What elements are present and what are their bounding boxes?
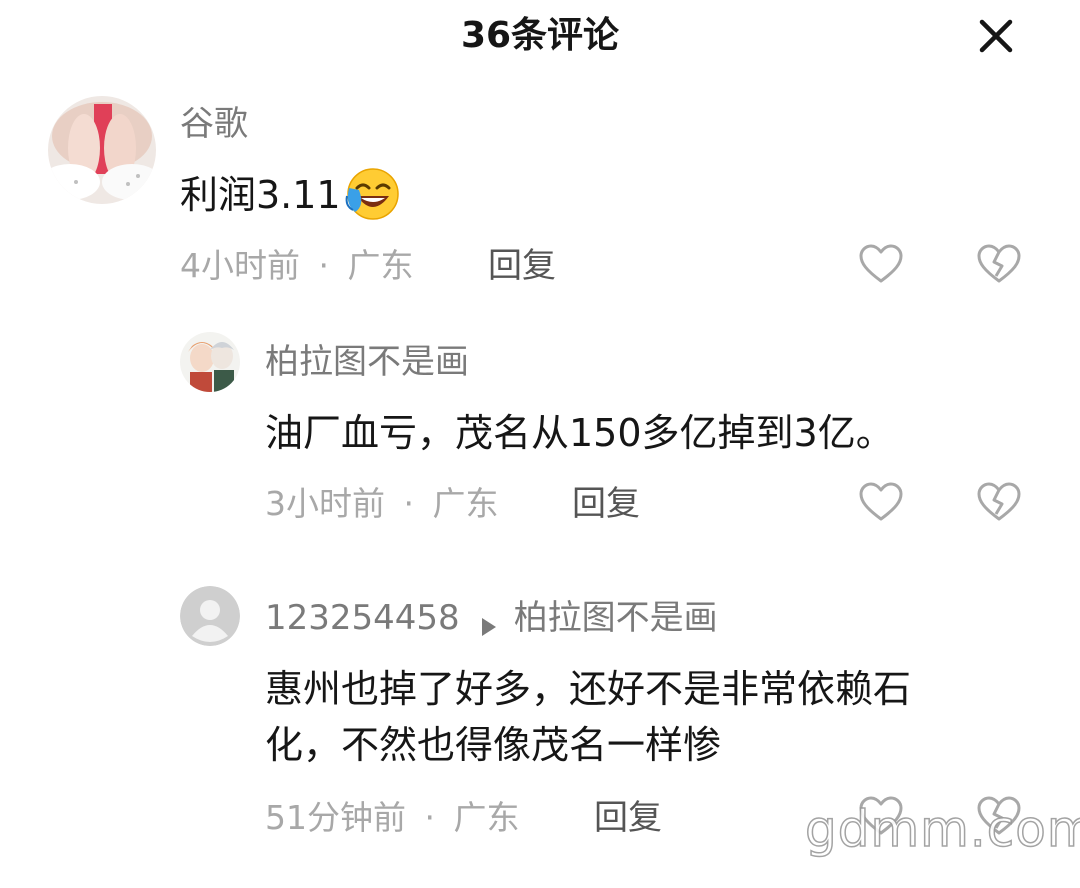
comment-username[interactable]: 谷歌: [180, 104, 248, 144]
close-icon: [979, 19, 1013, 53]
reply-content: 油厂血亏，茂名从150多亿掉到3亿。: [265, 411, 894, 455]
comment-text: 利润3.11: [180, 173, 341, 217]
reply-button[interactable]: 回复: [572, 484, 640, 524]
comment-content: 利润3.11: [180, 166, 401, 224]
laugh-cry-emoji-icon: [343, 166, 401, 224]
reply-content-line: 化，不然也得像茂名一样惨: [265, 723, 722, 767]
broken-heart-icon: [977, 482, 1021, 521]
heart-icon: [859, 482, 903, 521]
reply-meta: 51分钟前 · 广东: [265, 798, 520, 838]
meta-separator: ·: [403, 484, 415, 523]
default-avatar-icon: [180, 586, 240, 646]
reply-username[interactable]: 柏拉图不是画: [265, 342, 469, 382]
avatar[interactable]: [180, 586, 240, 646]
comment-time: 4小时前: [180, 246, 300, 285]
play-arrow-icon: [478, 607, 500, 636]
reply-meta: 3小时前 · 广东: [265, 484, 499, 524]
meta-separator: ·: [318, 246, 330, 285]
like-button[interactable]: [858, 242, 904, 288]
heart-icon: [859, 244, 903, 283]
reply-time: 3小时前: [265, 484, 385, 523]
reply-content-line: 惠州也掉了好多，还好不是非常依赖石: [265, 667, 912, 711]
dislike-button[interactable]: [976, 242, 1022, 288]
meta-separator: ·: [424, 798, 436, 837]
close-button[interactable]: [972, 12, 1020, 60]
reply-time: 51分钟前: [265, 798, 406, 837]
comment-location: 广东: [347, 246, 414, 285]
dislike-button[interactable]: [976, 480, 1022, 526]
reply-username[interactable]: 123254458: [265, 598, 460, 638]
reply-to-username[interactable]: 柏拉图不是画: [514, 598, 718, 638]
reply-button[interactable]: 回复: [488, 246, 556, 286]
reply-button[interactable]: 回复: [594, 798, 662, 838]
avatar[interactable]: [48, 96, 156, 204]
reply-header: 123254458 柏拉图不是画: [265, 598, 718, 638]
like-button[interactable]: [858, 480, 904, 526]
reply-location: 广东: [453, 798, 520, 837]
watermark: gdmm.com: [804, 799, 1080, 859]
reply-location: 广东: [432, 484, 499, 523]
avatar[interactable]: [180, 332, 240, 392]
broken-heart-icon: [977, 244, 1021, 283]
page-title: 36条评论: [460, 15, 620, 56]
comment-meta: 4小时前 · 广东: [180, 246, 414, 286]
